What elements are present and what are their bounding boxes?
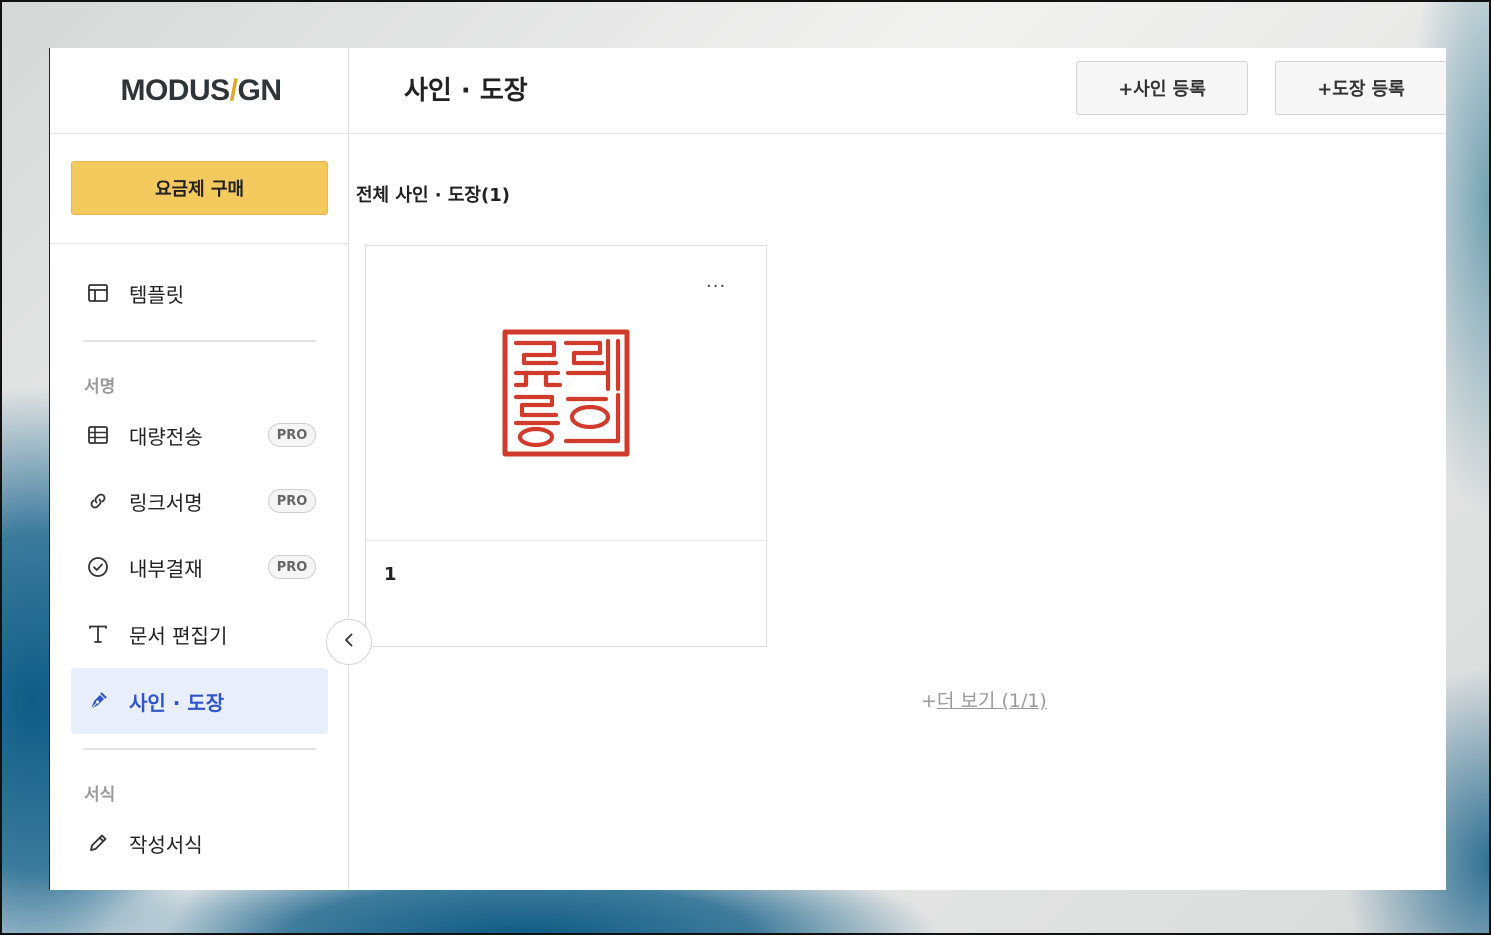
- pro-badge: PRO: [268, 489, 316, 513]
- link-icon: [87, 490, 109, 512]
- plan-area: 요금제 구매: [50, 134, 348, 244]
- logo-area: MODUS/GN: [50, 48, 348, 134]
- pencil-icon: [87, 832, 109, 854]
- add-sign-button[interactable]: +사인 등록: [1076, 61, 1248, 115]
- page-title: 사인 · 도장: [404, 76, 528, 106]
- sidebar-item-approval[interactable]: 내부결재 PRO: [71, 535, 328, 599]
- text-icon: [87, 623, 109, 645]
- card-name: 1: [384, 564, 397, 585]
- sidebar-item-sign-stamp[interactable]: 사인 · 도장: [71, 668, 328, 734]
- pro-badge: PRO: [268, 555, 316, 579]
- card-image-area: ···: [366, 246, 766, 541]
- sidebar-item-label: 문서 편집기: [129, 623, 228, 648]
- sidebar-item-label: 작성서식: [129, 832, 203, 857]
- template-icon: [87, 282, 109, 304]
- sidebar-collapse-button[interactable]: [326, 619, 372, 665]
- screen-frame: MODUS/GN 요금제 구매 템플릿 서명 대량전송 PRO 링크서명 PRO: [0, 0, 1491, 935]
- sidebar-item-label: 템플릿: [129, 282, 185, 307]
- logo-text-modus: MODUS: [120, 73, 230, 107]
- sidebar: MODUS/GN 요금제 구매 템플릿 서명 대량전송 PRO 링크서명 PRO: [49, 48, 349, 890]
- red-seal-stamp: [502, 329, 630, 457]
- add-stamp-button[interactable]: +도장 등록: [1275, 61, 1446, 115]
- sidebar-item-template[interactable]: 템플릿: [71, 261, 328, 325]
- buy-plan-button[interactable]: 요금제 구매: [71, 161, 328, 215]
- stamp-card[interactable]: ··· 1: [365, 245, 767, 647]
- section-label-sign: 서명: [84, 377, 116, 397]
- sidebar-item-forms[interactable]: 작성서식: [71, 811, 328, 875]
- sidebar-item-link-sign[interactable]: 링크서명 PRO: [71, 469, 328, 533]
- logo-text-gn: GN: [237, 73, 283, 107]
- sidebar-item-label: 사인 · 도장: [129, 690, 225, 715]
- sidebar-item-doc-editor[interactable]: 문서 편집기: [71, 602, 328, 666]
- check-circle-icon: [87, 556, 109, 578]
- page-header: 사인 · 도장 +사인 등록 +도장 등록: [349, 48, 1446, 134]
- sidebar-item-bulk-send[interactable]: 대량전송 PRO: [71, 403, 328, 467]
- load-more-text: 더 보기 (1/1): [936, 690, 1047, 712]
- logo-slash: /: [229, 73, 238, 107]
- sidebar-divider: [83, 748, 316, 750]
- section-label-forms: 서식: [84, 785, 116, 805]
- section-title: 전체 사인 · 도장(1): [356, 185, 510, 206]
- pro-badge: PRO: [268, 423, 316, 447]
- pen-nib-icon: [87, 690, 109, 712]
- sidebar-divider: [83, 340, 316, 342]
- logo[interactable]: MODUS/GN: [116, 73, 283, 108]
- table-icon: [87, 424, 109, 446]
- load-more-link[interactable]: +더 보기 (1/1): [921, 686, 1047, 713]
- app-window: MODUS/GN 요금제 구매 템플릿 서명 대량전송 PRO 링크서명 PRO: [49, 48, 1446, 890]
- chevron-left-icon: [341, 632, 357, 652]
- more-options-icon[interactable]: ···: [706, 278, 726, 296]
- plus-icon: +: [921, 690, 937, 712]
